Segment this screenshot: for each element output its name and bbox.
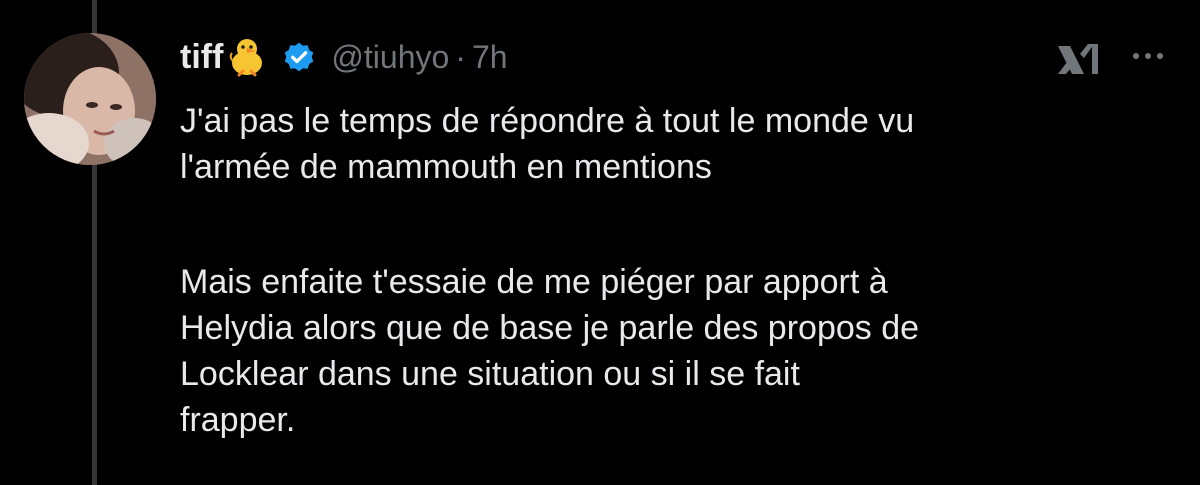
tweet-line: frapper. xyxy=(180,401,296,439)
tweet-line: Mais enfaite t'essaie de me piéger par a… xyxy=(180,263,888,301)
separator-dot: · xyxy=(455,38,466,75)
verified-badge-icon[interactable] xyxy=(281,39,317,75)
avatar[interactable] xyxy=(24,33,156,165)
tweet-line: Helydia alors que de base je parle des p… xyxy=(180,309,920,347)
tweet-text: J'ai pas le temps de répondre à tout le … xyxy=(180,98,1170,443)
xai-grok-icon[interactable] xyxy=(1054,40,1104,80)
timestamp[interactable]: 7h xyxy=(472,39,508,76)
tweet-header: tiff @tiuhyo · 7h xyxy=(180,32,508,82)
more-options-icon[interactable] xyxy=(1128,46,1168,66)
author-handle[interactable]: @tiuhyo xyxy=(331,39,449,76)
tweet-line: J'ai pas le temps de répondre à tout le … xyxy=(180,102,915,140)
tweet-line: l'armée de mammouth en mentions xyxy=(180,148,712,186)
tweet-line: Locklear dans une situation ou si il se … xyxy=(180,355,800,393)
baby-chick-icon xyxy=(225,35,269,79)
author-name[interactable]: tiff xyxy=(180,38,223,77)
